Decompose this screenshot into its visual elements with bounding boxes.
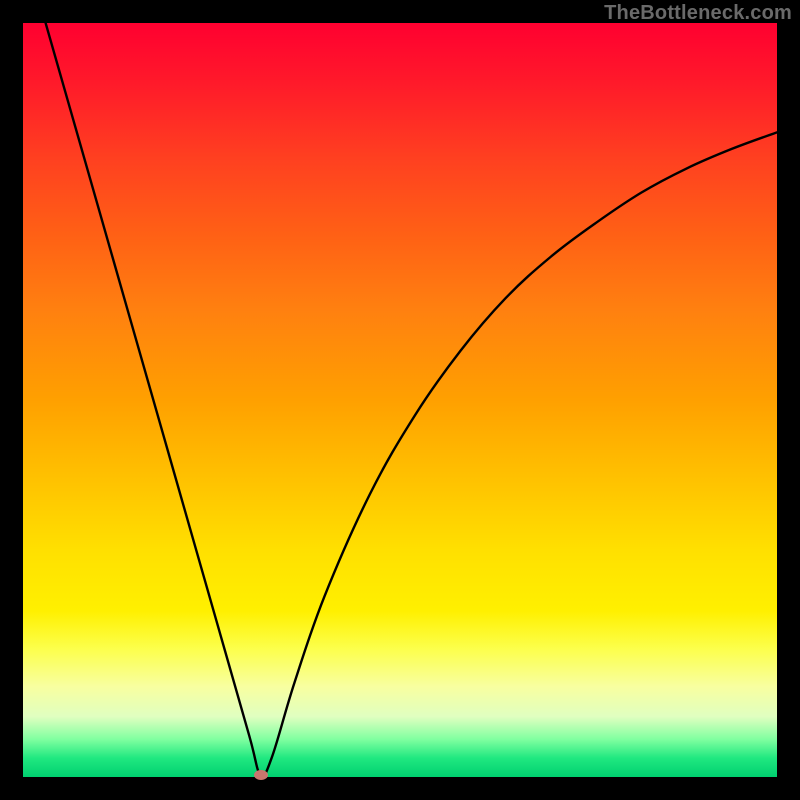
min-point-marker [254, 770, 268, 780]
chart-curve [46, 23, 777, 776]
chart-frame: TheBottleneck.com [0, 0, 800, 800]
curve-svg [23, 23, 777, 777]
plot-area [23, 23, 777, 777]
watermark-text: TheBottleneck.com [604, 2, 792, 25]
